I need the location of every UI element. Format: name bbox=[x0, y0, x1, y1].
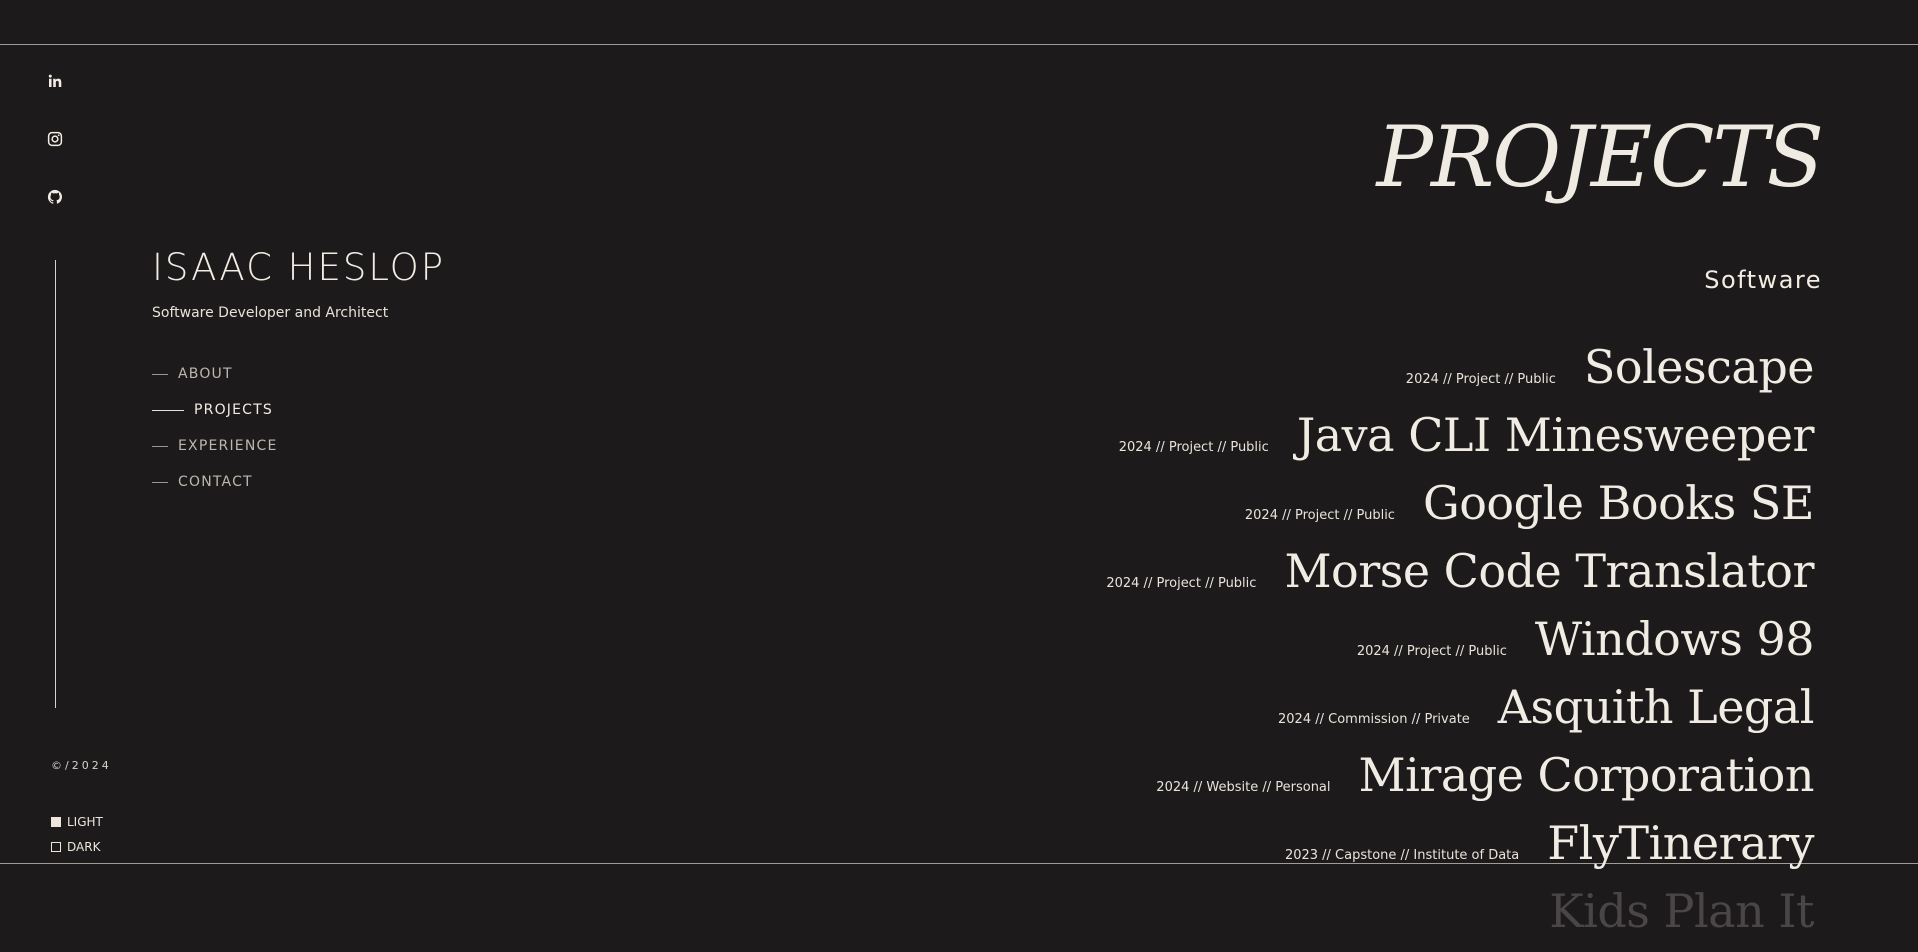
social-links bbox=[46, 72, 66, 246]
project-item[interactable]: 2023 // Capstone // Institute of Data Fl… bbox=[814, 816, 1815, 884]
theme-dark-toggle[interactable]: DARK bbox=[51, 840, 100, 854]
project-list: 2024 // Project // Public Solescape 2024… bbox=[814, 340, 1814, 952]
nav-label-experience: EXPERIENCE bbox=[178, 438, 278, 454]
page-title: PROJECTS bbox=[1376, 108, 1824, 206]
project-meta: 2023 // Capstone // Institute of Data bbox=[1284, 848, 1520, 863]
project-item[interactable]: 2024 // Project // Public Google Books S… bbox=[814, 476, 1815, 544]
project-item[interactable]: 2024 // Commission // Private Asquith Le… bbox=[814, 680, 1814, 748]
nav-item-experience[interactable]: EXPERIENCE bbox=[152, 428, 278, 464]
project-name: Kids Plan It bbox=[1549, 884, 1814, 938]
project-meta: 2024 // Website // Personal bbox=[1156, 780, 1331, 795]
theme-light-toggle[interactable]: LIGHT bbox=[51, 815, 103, 829]
section-nav: ABOUT PROJECTS EXPERIENCE CONTACT bbox=[152, 356, 278, 500]
project-meta: 2024 // Project // Public bbox=[1405, 372, 1556, 387]
project-item[interactable]: 2024 // Project // Public Windows 98 bbox=[814, 612, 1815, 680]
profile-tagline: Software Developer and Architect bbox=[152, 305, 389, 321]
linkedin-icon[interactable] bbox=[46, 72, 66, 92]
project-item[interactable]: 2024 // Website // Personal Mirage Corpo… bbox=[814, 748, 1814, 816]
nav-item-contact[interactable]: CONTACT bbox=[152, 464, 278, 500]
project-name: Windows 98 bbox=[1534, 612, 1815, 666]
top-border bbox=[0, 44, 1918, 45]
project-name: FlyTinerary bbox=[1547, 816, 1814, 870]
nav-dash bbox=[152, 445, 168, 447]
project-meta: 2024 // Commission // Private bbox=[1278, 712, 1470, 727]
project-name: Java CLI Minesweeper bbox=[1296, 408, 1815, 462]
project-name: Google Books SE bbox=[1422, 476, 1815, 530]
nav-label-contact: CONTACT bbox=[178, 474, 253, 490]
copyright: ©/2024 bbox=[51, 759, 112, 772]
instagram-icon[interactable] bbox=[46, 130, 66, 150]
project-meta: 2024 // Project // Public bbox=[1106, 576, 1257, 591]
checkbox-icon bbox=[51, 842, 61, 852]
nav-dash bbox=[152, 409, 184, 411]
theme-dark-label: DARK bbox=[67, 840, 101, 854]
nav-dash bbox=[152, 481, 168, 483]
nav-label-about: ABOUT bbox=[178, 366, 233, 382]
nav-label-projects: PROJECTS bbox=[194, 402, 273, 418]
project-name: Morse Code Translator bbox=[1284, 544, 1814, 598]
profile-name: ISAAC HESLOP bbox=[152, 246, 446, 289]
sidebar-divider bbox=[55, 260, 56, 708]
nav-item-about[interactable]: ABOUT bbox=[152, 356, 278, 392]
project-meta: 2024 // Project // Public bbox=[1244, 508, 1395, 523]
project-name: Mirage Corporation bbox=[1358, 748, 1815, 802]
project-name: Asquith Legal bbox=[1497, 680, 1815, 734]
project-meta: 2024 // Project // Public bbox=[1356, 644, 1507, 659]
project-name: Solescape bbox=[1583, 340, 1815, 394]
project-item[interactable]: Kids Plan It bbox=[814, 884, 1814, 952]
project-item[interactable]: 2024 // Project // Public Java CLI Mines… bbox=[814, 408, 1815, 476]
nav-dash bbox=[152, 373, 168, 375]
project-meta: 2024 // Project // Public bbox=[1118, 440, 1269, 455]
section-heading: Software bbox=[1704, 266, 1822, 294]
nav-item-projects[interactable]: PROJECTS bbox=[152, 392, 278, 428]
project-item[interactable]: 2024 // Project // Public Solescape bbox=[814, 340, 1815, 408]
project-item[interactable]: 2024 // Project // Public Morse Code Tra… bbox=[814, 544, 1814, 612]
checkbox-icon bbox=[51, 817, 61, 827]
theme-light-label: LIGHT bbox=[67, 815, 103, 829]
github-icon[interactable] bbox=[46, 188, 66, 208]
